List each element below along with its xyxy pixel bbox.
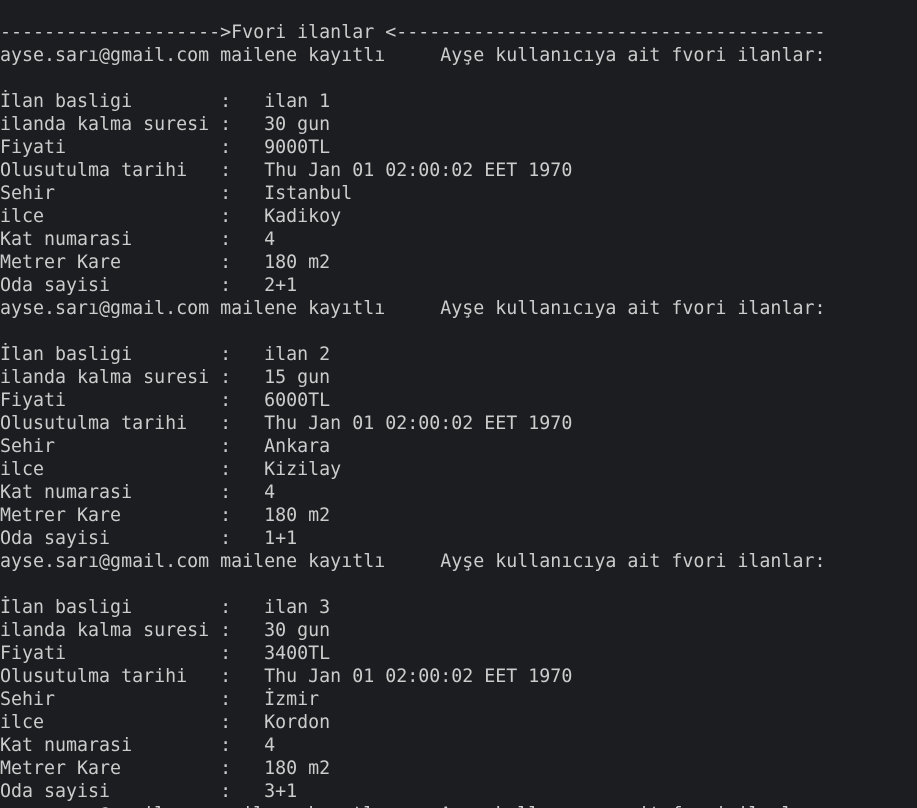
terminal-line: Metrer Kare : 180 m2: [0, 758, 331, 779]
terminal-line: Olusutulma tarihi : Thu Jan 01 02:00:02 …: [0, 160, 573, 181]
terminal-line: Fiyati : 9000TL: [0, 137, 331, 158]
terminal-line: İlan basligi : ilan 1: [0, 91, 331, 112]
terminal-output[interactable]: -------------------->Fvori ilanlar <----…: [0, 21, 917, 808]
terminal-line: ayse.sarı@gmail.com mailene kayıtlı Ayşe…: [0, 551, 826, 572]
terminal-line: Sehir : Istanbul: [0, 183, 353, 204]
terminal-line: Kat numarasi : 4: [0, 482, 276, 503]
terminal-line: ilanda kalma suresi : 30 gun: [0, 114, 331, 135]
terminal-line: İlan basligi : ilan 2: [0, 344, 331, 365]
terminal-line: Metrer Kare : 180 m2: [0, 505, 331, 526]
terminal-line: ilce : Kadikoy: [0, 206, 342, 227]
terminal-line: Sehir : İzmir: [0, 689, 320, 710]
terminal-line: İlan basligi : ilan 3: [0, 597, 331, 618]
terminal-line: ilce : Kizilay: [0, 459, 342, 480]
terminal-line: Olusutulma tarihi : Thu Jan 01 02:00:02 …: [0, 666, 573, 687]
terminal-line: Oda sayisi : 2+1: [0, 275, 298, 296]
terminal-line: Oda sayisi : 1+1: [0, 528, 298, 549]
terminal-line: ayse.sarı@gmail.com mailene kayıtlı Ayşe…: [0, 803, 917, 808]
terminal-line: Oda sayisi : 3+1: [0, 781, 298, 802]
terminal-line: ilanda kalma suresi : 15 gun: [0, 367, 331, 388]
terminal-line: ilce : Kordon: [0, 712, 331, 733]
terminal-line: Olusutulma tarihi : Thu Jan 01 02:00:02 …: [0, 413, 573, 434]
terminal-line: ilanda kalma suresi : 30 gun: [0, 620, 331, 641]
terminal-line: Fiyati : 6000TL: [0, 390, 331, 411]
terminal-line: Metrer Kare : 180 m2: [0, 252, 331, 273]
terminal-line: -------------------->Fvori ilanlar <----…: [0, 22, 826, 43]
terminal-line: Fiyati : 3400TL: [0, 643, 331, 664]
terminal-line: ayse.sarı@gmail.com mailene kayıtlı Ayşe…: [0, 45, 826, 66]
terminal-line: Kat numarasi : 4: [0, 735, 276, 756]
terminal-line: ayse.sarı@gmail.com mailene kayıtlı Ayşe…: [0, 298, 826, 319]
terminal-line: Kat numarasi : 4: [0, 229, 276, 250]
terminal-line: Sehir : Ankara: [0, 436, 331, 457]
